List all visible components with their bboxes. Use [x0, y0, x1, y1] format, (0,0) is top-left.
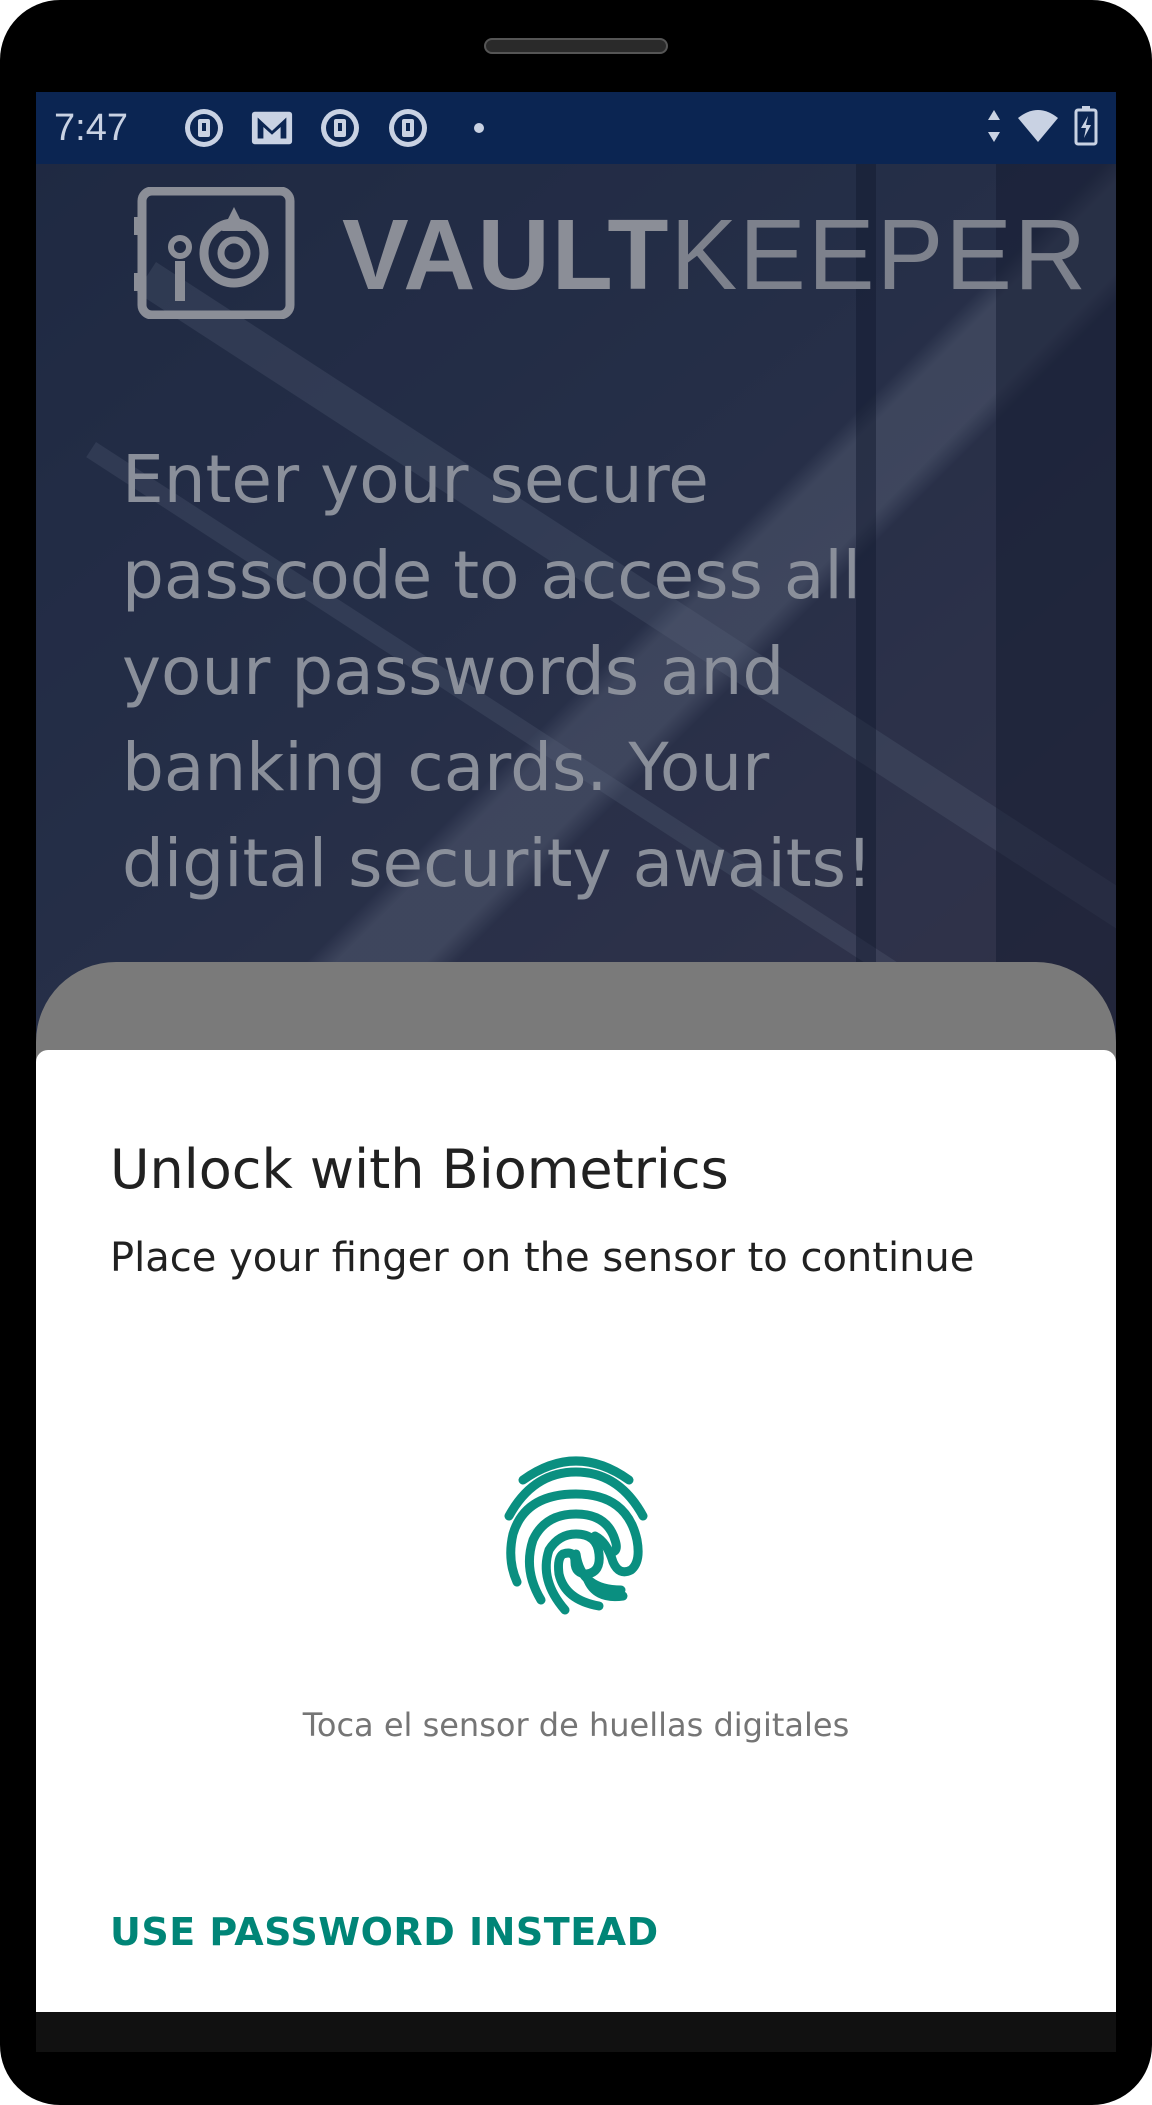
vault-notification-icon — [318, 106, 362, 150]
app-name-light: KEEPER — [670, 199, 1089, 311]
biometric-dialog: Unlock with Biometrics Place your finger… — [36, 1050, 1116, 2012]
status-time: 7:47 — [54, 106, 128, 149]
fingerprint-icon[interactable] — [503, 1450, 649, 1618]
phone-screen: 7:47 VAULTKEEPER Enter your secure passc… — [36, 92, 1116, 2012]
fingerprint-hint: Toca el sensor de huellas digitales — [302, 1706, 850, 1744]
vault-notification-icon — [182, 106, 226, 150]
wifi-icon — [1016, 108, 1060, 149]
phone-device: 7:47 VAULTKEEPER Enter your secure passc… — [0, 0, 1152, 2105]
data-arrows-icon — [986, 108, 1002, 149]
notification-icons — [182, 106, 484, 150]
system-icons — [986, 106, 1098, 151]
earpiece-speaker — [484, 38, 668, 54]
navigation-bezel — [36, 2012, 1116, 2052]
dialog-subtitle: Place your finger on the sensor to conti… — [110, 1235, 975, 1281]
app-name: VAULTKEEPER — [342, 198, 1088, 313]
dialog-title: Unlock with Biometrics — [110, 1138, 729, 1201]
gmail-icon — [250, 106, 294, 150]
app-name-bold: VAULT — [342, 199, 671, 311]
use-password-button[interactable]: USE PASSWORD INSTEAD — [110, 1910, 659, 1954]
more-dot-icon — [474, 123, 484, 133]
intro-message: Enter your secure passcode to access all… — [122, 441, 873, 902]
status-bar: 7:47 — [36, 92, 1116, 164]
vault-notification-icon — [386, 106, 430, 150]
app-logo: VAULTKEEPER — [134, 186, 1088, 324]
safe-logo-icon — [134, 186, 298, 324]
battery-charging-icon — [1074, 106, 1098, 151]
